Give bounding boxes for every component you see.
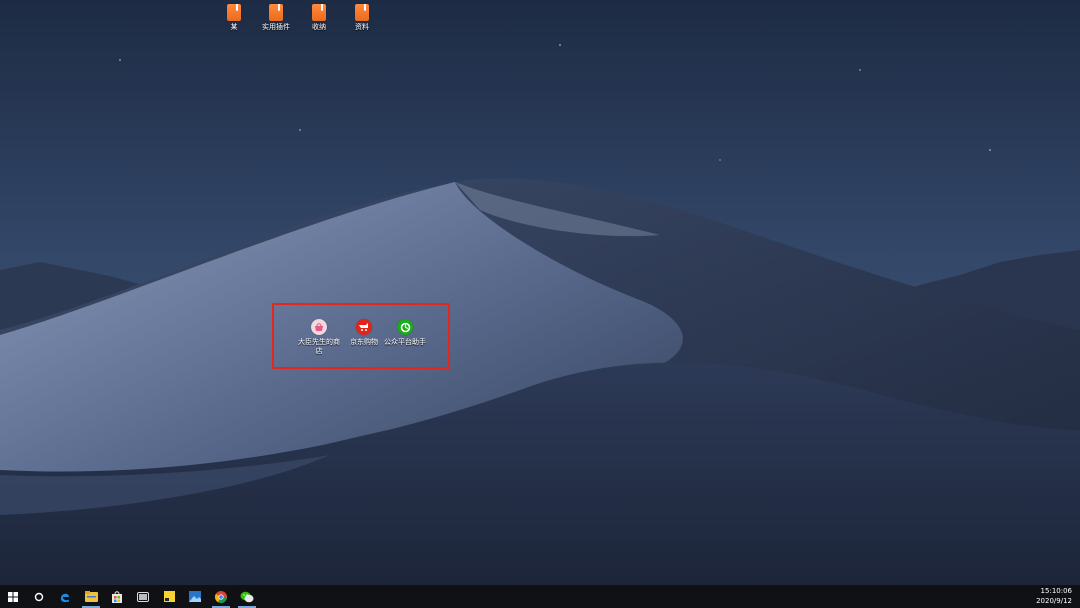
desktop-icon-label: 大臣先生的商店 <box>298 338 340 355</box>
cortana-icon <box>34 592 44 601</box>
desktop-icon-storage[interactable]: 收纳 <box>297 4 341 32</box>
store-icon <box>112 590 122 603</box>
desktop-icon-wechat-assistant[interactable]: 公众平台助手 <box>381 319 429 347</box>
desktop-icon-mou[interactable]: 某 <box>212 4 256 32</box>
start-button[interactable] <box>0 585 26 608</box>
cortana-button[interactable] <box>26 585 52 608</box>
tablet-button[interactable] <box>130 585 156 608</box>
wechat-button[interactable] <box>234 585 260 608</box>
desktop-icon-label: 实用插件 <box>262 23 290 31</box>
edge-icon <box>60 593 69 602</box>
document-icon <box>269 4 283 21</box>
jd-shopping-icon <box>356 319 372 335</box>
store-button[interactable] <box>104 585 130 608</box>
system-clock[interactable]: 15:10:06 2020/9/12 <box>1036 586 1072 606</box>
document-icon <box>355 4 369 21</box>
chrome-icon <box>215 590 227 603</box>
photos-button[interactable] <box>182 585 208 608</box>
desktop-wallpaper <box>0 0 1080 585</box>
clock-date: 2020/9/12 <box>1036 597 1072 605</box>
taskbar: 15:10:06 2020/9/12 <box>0 585 1080 608</box>
file-explorer-icon <box>84 591 98 602</box>
desktop-icon-plugins[interactable]: 实用插件 <box>254 4 298 32</box>
photos-icon <box>189 591 201 602</box>
edge-button[interactable] <box>52 585 78 608</box>
desktop-icon-shop[interactable]: 大臣先生的商店 <box>295 319 343 356</box>
desktop-icon-label: 公众平台助手 <box>384 338 426 346</box>
desktop-icon-materials[interactable]: 资料 <box>340 4 384 32</box>
start-icon <box>8 591 18 602</box>
clock-time: 15:10:06 <box>1040 587 1072 595</box>
chrome-button[interactable] <box>208 585 234 608</box>
file-explorer-button[interactable] <box>78 585 104 608</box>
tablet-icon <box>137 591 149 602</box>
document-icon <box>312 4 326 21</box>
document-icon <box>227 4 241 21</box>
desktop-icon-label: 资料 <box>355 23 369 31</box>
wechat-assistant-icon <box>397 319 413 335</box>
wechat-icon <box>240 591 254 602</box>
sticky-notes-icon <box>163 591 175 602</box>
sticky-notes-button[interactable] <box>156 585 182 608</box>
desktop-icon-label: 收纳 <box>312 23 326 31</box>
desktop-icon-label: 某 <box>230 23 238 31</box>
shop-icon <box>311 319 327 335</box>
